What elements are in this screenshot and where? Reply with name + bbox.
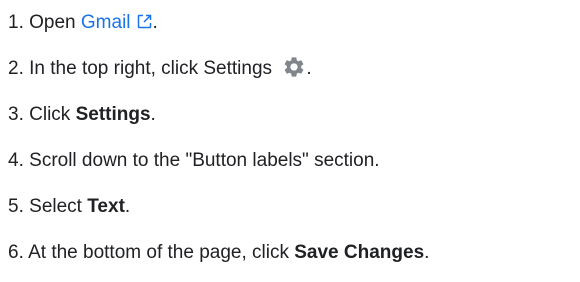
- step-number: 5.: [8, 196, 24, 217]
- open-in-new-icon[interactable]: [136, 8, 153, 29]
- step-text: At the bottom of the page, click: [28, 242, 295, 263]
- step-suffix: .: [306, 58, 312, 79]
- step-number: 1.: [8, 12, 24, 33]
- step-2: 2. In the top right, click Settings .: [8, 52, 576, 98]
- step-number: 6.: [8, 242, 24, 263]
- step-text: In the top right, click Settings: [29, 58, 278, 79]
- step-text: Click: [29, 104, 76, 125]
- step-number: 2.: [8, 58, 24, 79]
- step-bold-text: Text: [87, 196, 125, 217]
- gear-icon: [282, 55, 306, 79]
- step-3: 3. Click Settings.: [8, 98, 576, 144]
- step-5: 5. Select Text.: [8, 190, 576, 236]
- step-suffix: .: [150, 104, 156, 125]
- instruction-list: 1. Open Gmail. 2. In the top right, clic…: [8, 6, 576, 282]
- step-text: Scroll down to the "Button labels" secti…: [29, 150, 380, 171]
- step-4: 4. Scroll down to the "Button labels" se…: [8, 144, 576, 190]
- step-suffix: .: [424, 242, 430, 263]
- step-1: 1. Open Gmail.: [8, 6, 576, 52]
- step-text: Select: [29, 196, 88, 217]
- step-suffix: .: [124, 196, 131, 217]
- step-bold-text: Save Changes: [294, 242, 425, 263]
- step-number: 3.: [8, 104, 24, 125]
- step-6: 6. At the bottom of the page, click Save…: [8, 236, 576, 282]
- step-number: 4.: [8, 150, 24, 171]
- step-bold-text: Settings: [75, 104, 151, 125]
- gmail-link-label[interactable]: Gmail: [81, 12, 131, 33]
- gmail-link[interactable]: Gmail: [81, 12, 153, 33]
- step-text: Open: [29, 12, 81, 33]
- step-suffix: .: [152, 12, 158, 33]
